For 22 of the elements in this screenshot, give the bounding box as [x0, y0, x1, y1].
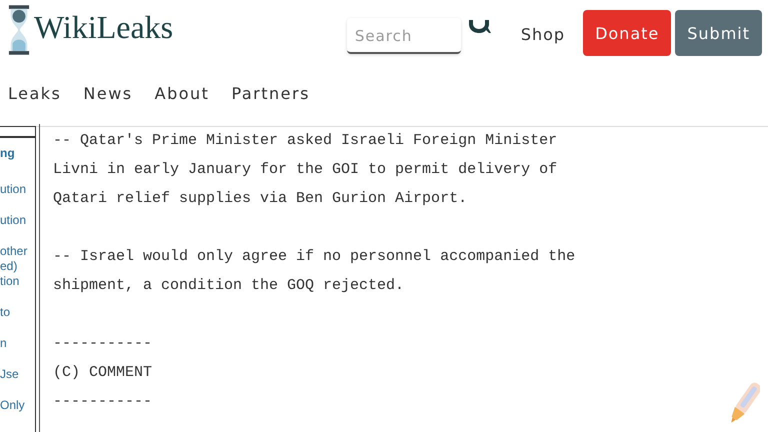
sidebar-link[interactable]: n — [0, 336, 35, 351]
nav-link[interactable]: Leaks — [8, 84, 62, 106]
nav-link[interactable]: Partners — [231, 84, 310, 106]
sidebar-link[interactable]: other ed) tion — [0, 244, 35, 289]
cable-text: -- Israel would only agree if no personnel accompanied the shipment, a condition the GOQ rejected. — [53, 247, 576, 296]
sidebar-heading[interactable]: ng — [0, 146, 35, 160]
shop-link[interactable]: Shop — [520, 25, 566, 44]
cable-text: ----------- (C) COMMENT ----------- — [53, 334, 154, 412]
nav-link[interactable]: News — [83, 84, 133, 106]
hourglass-logo-icon — [8, 4, 30, 56]
logo-text[interactable]: WikiLeaks — [34, 8, 174, 46]
search-field[interactable]: Search — [346, 18, 461, 54]
cable-text: -- Qatar's Prime Minister asked Israeli Foreign Minister Livni in early January for the GOI to permit delivery of Qatari relief supplies via Ben Gurion Airport. — [53, 131, 558, 209]
sidebar-link[interactable]: Only — [0, 398, 35, 413]
nav-link[interactable]: About — [154, 84, 210, 106]
donate-button[interactable]: Donate — [583, 10, 672, 56]
sidebar-link[interactable]: ution — [0, 213, 35, 228]
sidebar-link[interactable]: Jse — [0, 367, 35, 382]
submit-button[interactable]: Submit — [675, 10, 762, 56]
sidebar-link[interactable]: ution — [0, 182, 35, 197]
search-icon[interactable] — [466, 20, 491, 34]
sidebar-link[interactable]: to — [0, 305, 35, 320]
